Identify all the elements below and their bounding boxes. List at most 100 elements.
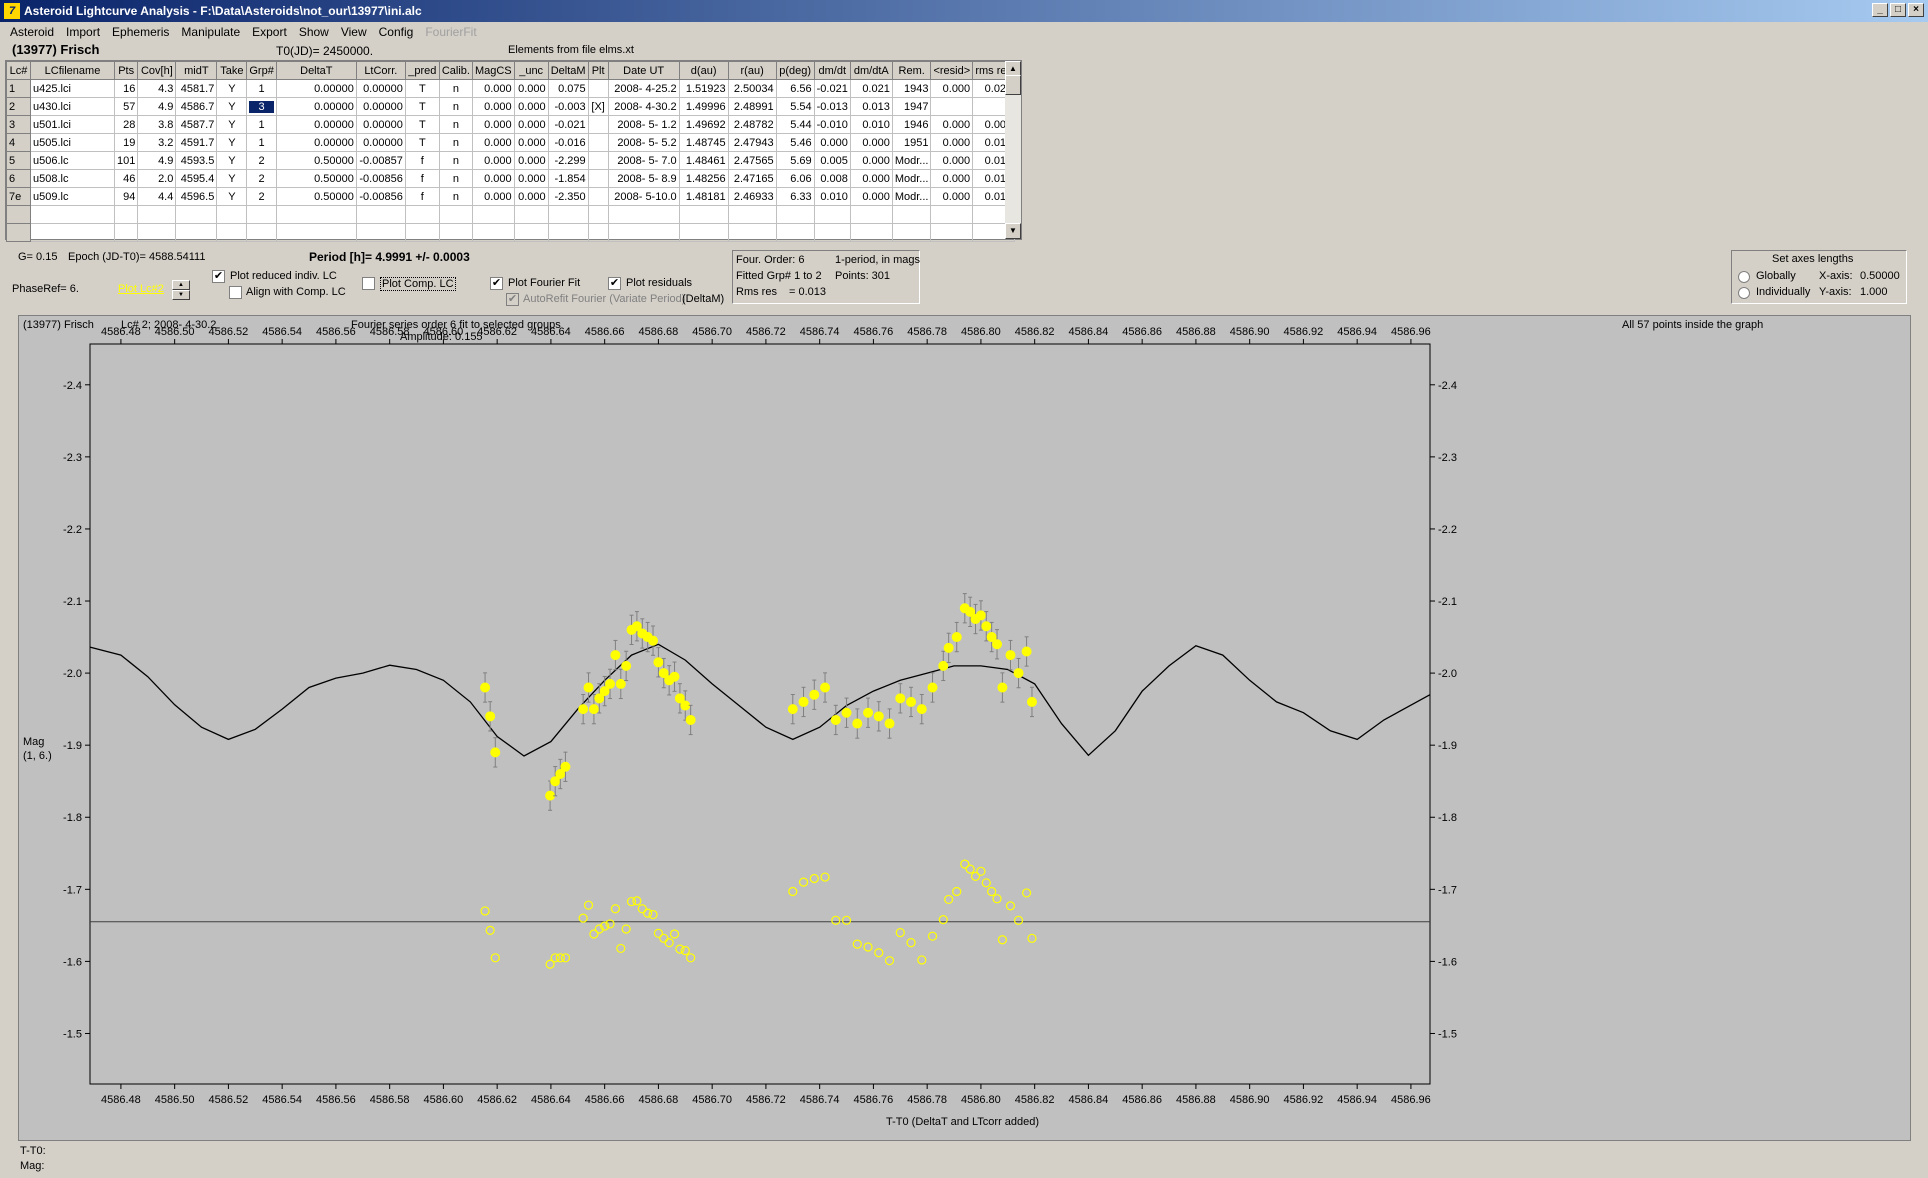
table-cell[interactable]: 1.49996 bbox=[678, 97, 729, 116]
table-cell[interactable]: -0.010 bbox=[813, 115, 851, 134]
table-cell[interactable]: Y bbox=[216, 97, 248, 116]
table-cell[interactable]: Y bbox=[216, 187, 248, 206]
table-cell[interactable]: n bbox=[438, 187, 473, 206]
column-header[interactable]: dm/dt bbox=[813, 61, 851, 80]
table-cell[interactable]: 0.000 bbox=[849, 169, 893, 188]
table-cell[interactable]: 57 bbox=[113, 97, 139, 116]
column-header[interactable]: DeltaM bbox=[547, 61, 589, 80]
table-cell[interactable]: 4 bbox=[6, 133, 31, 152]
globally-radio[interactable] bbox=[1738, 271, 1750, 283]
table-cell[interactable]: 3.2 bbox=[137, 133, 177, 152]
table-cell[interactable]: 1 bbox=[246, 133, 277, 152]
table-cell[interactable]: u508.lc bbox=[30, 169, 115, 188]
table-cell[interactable]: 4581.7 bbox=[175, 79, 218, 98]
table-cell[interactable]: 0.000 bbox=[849, 151, 893, 170]
table-cell[interactable]: 2 bbox=[246, 187, 277, 206]
table-cell[interactable]: 0.008 bbox=[813, 169, 851, 188]
table-cell[interactable]: 1.48461 bbox=[678, 151, 729, 170]
table-cell[interactable]: -0.021 bbox=[813, 79, 851, 98]
xaxis-value[interactable]: 0.50000 bbox=[1860, 270, 1900, 282]
table-row[interactable]: 5 u506.lc 101 4.9 4593.5 Y 2 0.50000 -0.00857 f n 0… bbox=[6, 151, 1016, 170]
table-cell[interactable]: 46 bbox=[113, 169, 139, 188]
table-cell[interactable]: 2.50034 bbox=[727, 79, 777, 98]
table-cell[interactable]: 1951 bbox=[891, 133, 932, 152]
table-cell[interactable]: 0.000 bbox=[930, 79, 974, 98]
table-cell[interactable]: 0.000 bbox=[471, 79, 515, 98]
column-header[interactable]: Grp# bbox=[246, 61, 277, 80]
table-cell[interactable]: 5.46 bbox=[775, 133, 815, 152]
column-header[interactable]: LCfilename bbox=[30, 61, 115, 80]
table-cell[interactable]: -0.00857 bbox=[355, 151, 406, 170]
table-cell[interactable]: 1.48256 bbox=[678, 169, 729, 188]
column-header[interactable]: Calib. bbox=[438, 61, 473, 80]
table-cell[interactable]: Y bbox=[216, 115, 248, 134]
table-cell[interactable]: 2.47165 bbox=[727, 169, 777, 188]
table-cell[interactable]: -1.854 bbox=[547, 169, 589, 188]
table-cell[interactable]: 94 bbox=[113, 187, 139, 206]
plot-reduced-checkbox[interactable]: ✔ bbox=[212, 270, 225, 283]
table-cell[interactable]: 1 bbox=[246, 79, 277, 98]
lightcurve-graph[interactable]: (13977) Frisch Lc# 2; 2008- 4-30.2 Fouri… bbox=[18, 315, 1911, 1141]
individually-radio[interactable] bbox=[1738, 287, 1750, 299]
table-cell[interactable]: 1 bbox=[246, 115, 277, 134]
table-cell[interactable]: 0.00000 bbox=[355, 115, 406, 134]
close-button[interactable]: × bbox=[1908, 3, 1924, 17]
table-cell[interactable] bbox=[587, 187, 609, 206]
table-cell[interactable]: 3.8 bbox=[137, 115, 177, 134]
table-cell[interactable]: u501.lci bbox=[30, 115, 115, 134]
table-cell[interactable]: 6.56 bbox=[775, 79, 815, 98]
table-cell[interactable]: 0.00000 bbox=[275, 133, 357, 152]
table-cell[interactable] bbox=[587, 151, 609, 170]
table-cell[interactable]: 1943 bbox=[891, 79, 932, 98]
table-cell[interactable]: n bbox=[438, 115, 473, 134]
table-cell[interactable]: n bbox=[438, 97, 473, 116]
table-row[interactable]: 7e u509.lc 94 4.4 4596.5 Y 2 0.50000 -0.00856 f n 0… bbox=[6, 187, 1016, 206]
column-header[interactable]: d(au) bbox=[678, 61, 729, 80]
table-cell[interactable]: 0.00000 bbox=[355, 79, 406, 98]
table-cell[interactable]: f bbox=[404, 187, 440, 206]
menu-import[interactable]: Import bbox=[60, 25, 106, 39]
column-header[interactable]: <resid> bbox=[930, 61, 974, 80]
table-cell[interactable]: 0.50000 bbox=[275, 187, 357, 206]
table-cell[interactable]: 0.005 bbox=[813, 151, 851, 170]
plot-residuals-checkbox[interactable]: ✔ bbox=[608, 277, 621, 290]
table-cell[interactable]: 2008- 5- 7.0 bbox=[607, 151, 680, 170]
plot-comp-checkbox[interactable] bbox=[362, 277, 375, 290]
table-cell[interactable]: 5.54 bbox=[775, 97, 815, 116]
table-cell[interactable]: T bbox=[404, 115, 440, 134]
table-cell[interactable]: 0.000 bbox=[930, 133, 974, 152]
menu-manipulate[interactable]: Manipulate bbox=[175, 25, 246, 39]
table-cell[interactable]: 4587.7 bbox=[175, 115, 218, 134]
table-cell[interactable]: 4593.5 bbox=[175, 151, 218, 170]
table-cell[interactable]: 0.000 bbox=[513, 97, 549, 116]
table-cell[interactable]: 0.010 bbox=[849, 115, 893, 134]
menu-ephemeris[interactable]: Ephemeris bbox=[106, 25, 175, 39]
table-row[interactable]: 1 u425.lci 16 4.3 4581.7 Y 1 0.00000 0.00000 Tn 0.… bbox=[6, 79, 1016, 98]
table-cell[interactable]: 2 bbox=[246, 169, 277, 188]
table-cell[interactable]: 6 bbox=[6, 169, 31, 188]
table-cell[interactable]: 0.000 bbox=[471, 115, 515, 134]
table-cell[interactable]: 5.69 bbox=[775, 151, 815, 170]
table-cell[interactable]: 0.000 bbox=[513, 151, 549, 170]
table-cell[interactable]: 0.000 bbox=[930, 115, 974, 134]
menu-asteroid[interactable]: Asteroid bbox=[4, 25, 60, 39]
table-row[interactable]: 3 u501.lci 28 3.8 4587.7 Y 1 0.00000 0.00000 Tn 0.… bbox=[6, 115, 1016, 134]
column-header[interactable]: p(deg) bbox=[775, 61, 815, 80]
selected-cell-value[interactable]: 3 bbox=[248, 99, 275, 114]
table-cell[interactable]: 0.010 bbox=[813, 187, 851, 206]
table-row[interactable]: 2 u430.lci 57 4.9 4586.7 Y 3 0.00000 0.00000 Tn 0.… bbox=[6, 97, 1016, 116]
column-header[interactable]: dm/dtA bbox=[849, 61, 893, 80]
table-cell[interactable]: 2.46933 bbox=[727, 187, 777, 206]
table-cell[interactable]: u509.lc bbox=[30, 187, 115, 206]
table-cell[interactable]: 7e bbox=[6, 187, 31, 206]
table-cell[interactable]: 0.000 bbox=[930, 187, 974, 206]
column-header[interactable]: midT bbox=[175, 61, 218, 80]
table-cell[interactable]: T bbox=[404, 79, 440, 98]
table-cell[interactable] bbox=[587, 115, 609, 134]
table-cell[interactable]: 0.000 bbox=[471, 187, 515, 206]
table-cell[interactable]: n bbox=[438, 133, 473, 152]
table-cell[interactable]: 4591.7 bbox=[175, 133, 218, 152]
table-cell[interactable]: 0.075 bbox=[547, 79, 589, 98]
table-cell[interactable]: 2008- 5- 5.2 bbox=[607, 133, 680, 152]
table-cell[interactable]: 0.000 bbox=[930, 169, 974, 188]
